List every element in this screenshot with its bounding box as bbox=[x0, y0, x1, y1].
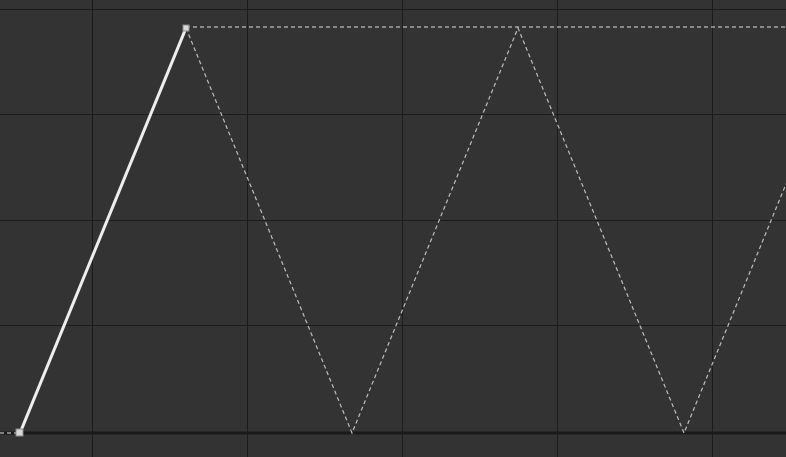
grid bbox=[0, 0, 786, 457]
keyframe-handle[interactable] bbox=[182, 24, 190, 32]
animation-curve[interactable] bbox=[18, 26, 188, 435]
cycle-extrapolation-curve bbox=[185, 26, 786, 435]
graph-editor[interactable] bbox=[0, 0, 786, 457]
graph-canvas[interactable] bbox=[0, 0, 786, 457]
keyframe-handle[interactable] bbox=[15, 428, 24, 437]
